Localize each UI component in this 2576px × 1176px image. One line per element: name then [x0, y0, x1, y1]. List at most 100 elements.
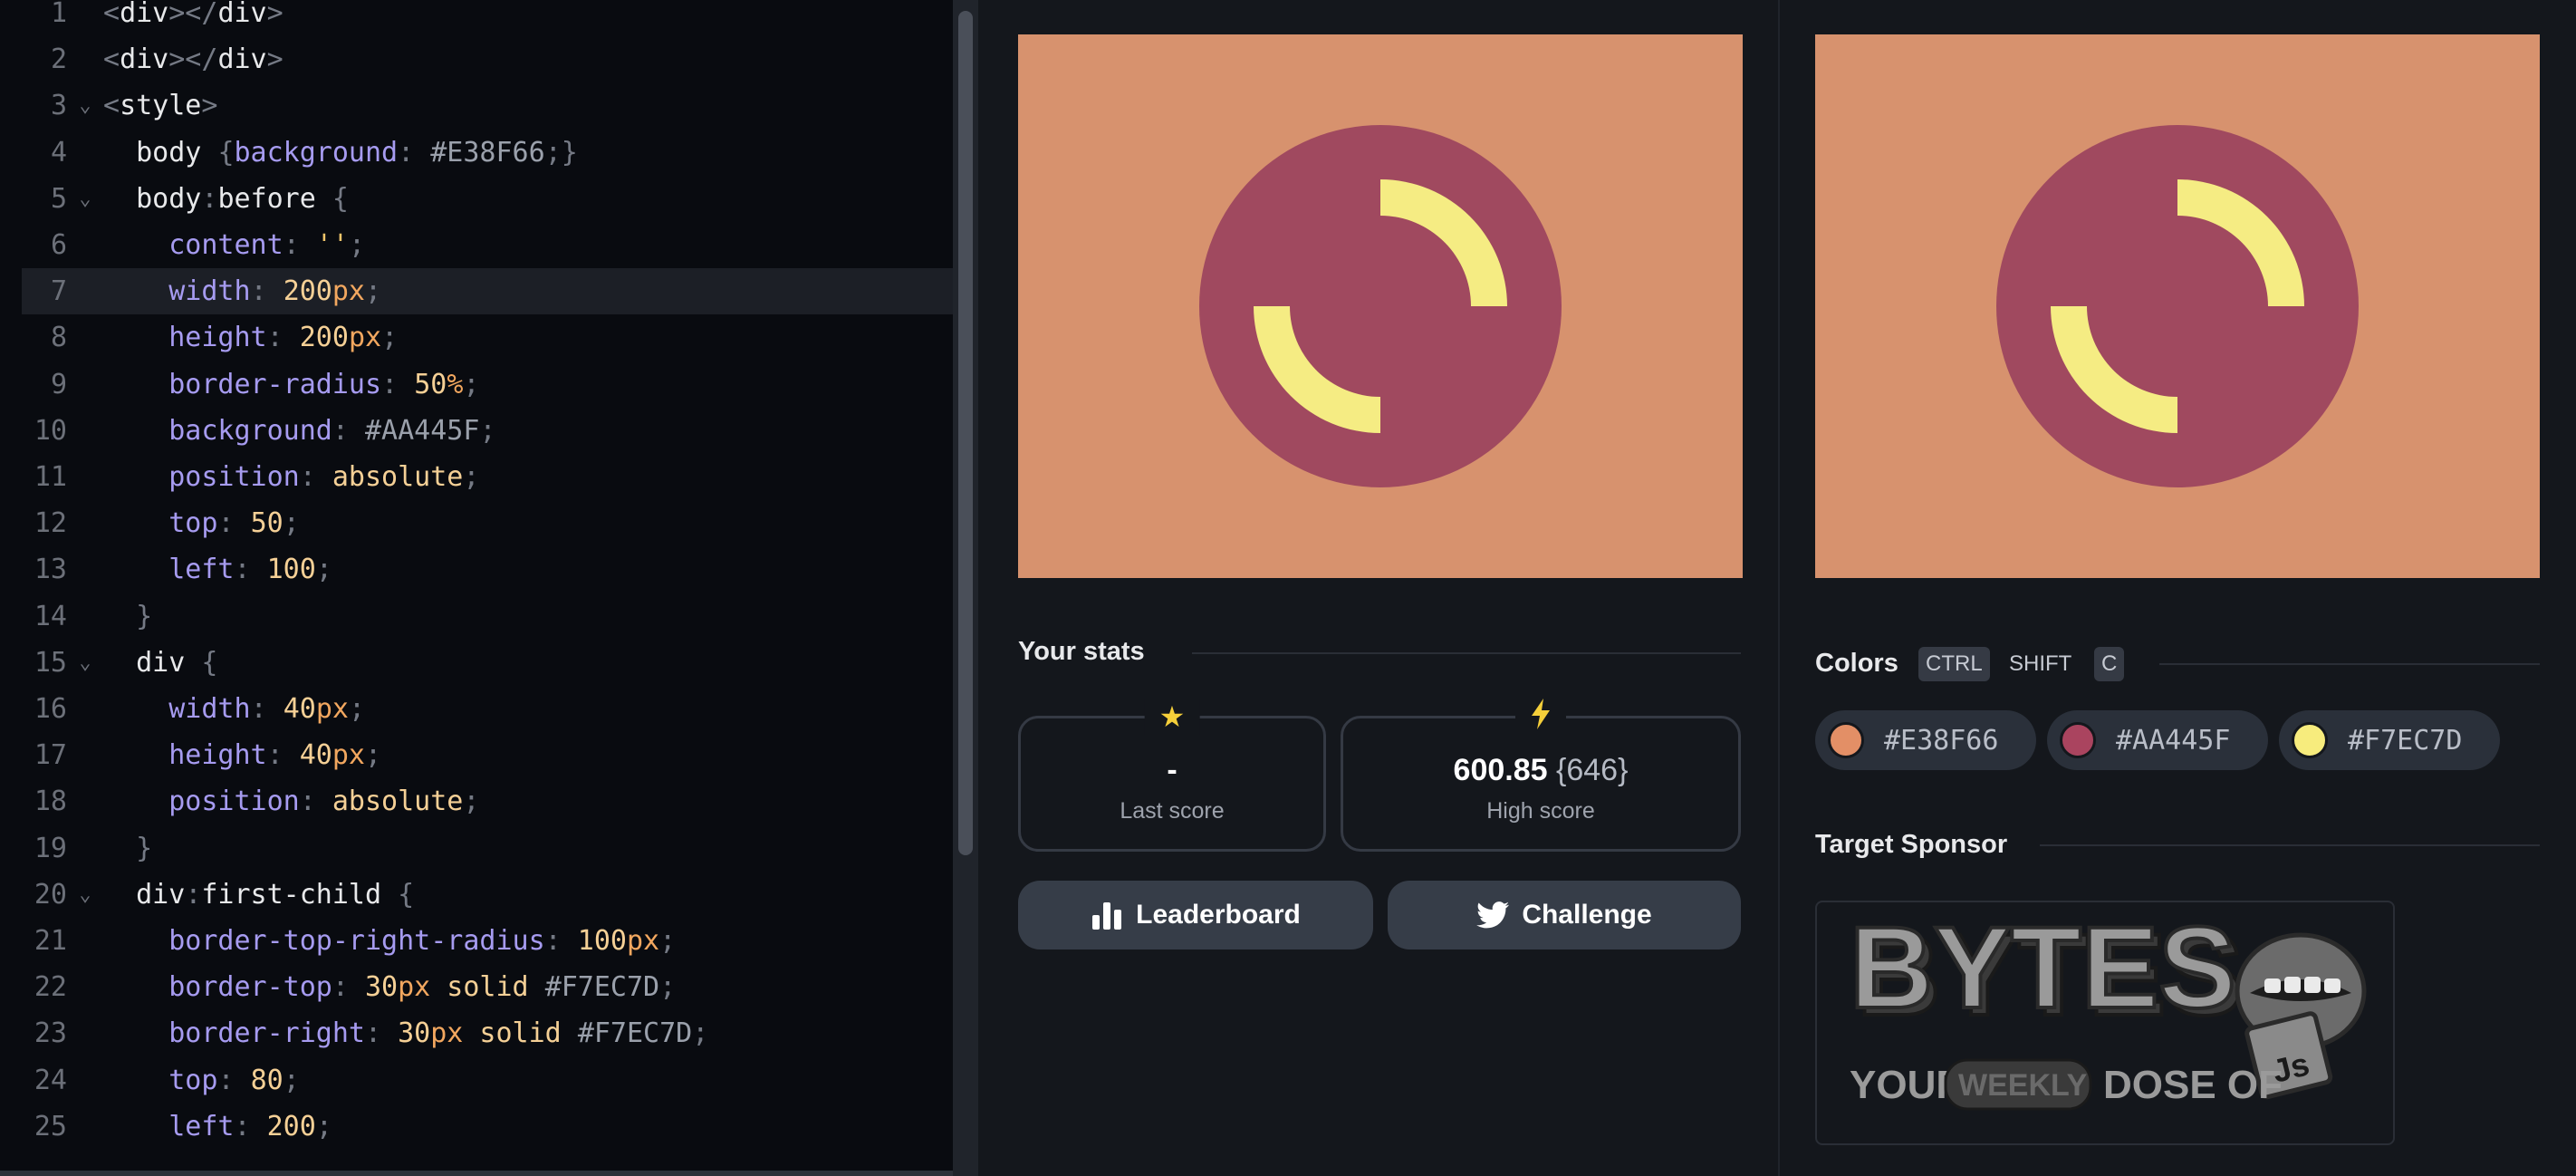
code-token: ; — [479, 414, 496, 447]
code-line[interactable]: 4 body {background: #E38F66;} — [0, 130, 953, 176]
code-token: } — [561, 136, 578, 169]
colors-rule — [2159, 663, 2540, 665]
code-line[interactable]: 8 height: 200px; — [0, 314, 953, 361]
code-token: < — [103, 90, 120, 122]
code-token: body — [136, 136, 218, 169]
last-score-label: Last score — [1120, 798, 1225, 824]
code-token: before — [217, 182, 332, 215]
code-text: background: #AA445F; — [103, 414, 496, 447]
line-number: 14 — [34, 600, 67, 632]
code-line[interactable]: 1 <div></div> — [0, 0, 953, 36]
code-token: 50 — [250, 507, 284, 540]
line-number: 6 — [50, 229, 67, 261]
code-line[interactable]: 5 ⌄ body:before { — [0, 176, 953, 222]
code-token: position — [168, 461, 300, 493]
color-swatch-3[interactable]: #F7EC7D — [2279, 710, 2500, 770]
code-line[interactable]: 11 position: absolute; — [0, 454, 953, 500]
code-token: : — [217, 1064, 251, 1096]
code-line[interactable]: 2 <div></div> — [0, 36, 953, 82]
code-line[interactable]: 6 content: ''; — [0, 222, 953, 268]
code-token: : — [250, 275, 284, 308]
code-token: '' — [315, 229, 349, 261]
code-editor[interactable]: 1 <div></div> 2 <div></div> 3 ⌄ <style> 4 body … — [0, 0, 953, 1176]
code-line[interactable]: 19 } — [0, 825, 953, 872]
code-token: #E38F66 — [430, 136, 545, 169]
code-line[interactable]: 13 left: 100; — [0, 546, 953, 593]
code-token: 30 — [398, 1017, 431, 1050]
code-token: % — [447, 368, 464, 400]
code-token: ; — [381, 322, 399, 354]
code-token: : — [185, 878, 202, 911]
color-swatch-2[interactable]: #AA445F — [2047, 710, 2268, 770]
code-token: width — [168, 693, 251, 725]
code-token: div — [136, 878, 186, 911]
line-number: 2 — [50, 43, 67, 76]
code-token: style — [120, 90, 202, 122]
target-preview — [1815, 34, 2540, 578]
line-number: 1 — [50, 0, 67, 29]
line-number: 20 — [34, 878, 67, 911]
code-line[interactable]: 21 border-top-right-radius: 100px; — [0, 918, 953, 964]
code-line[interactable]: 23 border-right: 30px solid #F7EC7D; — [0, 1010, 953, 1056]
code-line[interactable]: 3 ⌄ <style> — [0, 82, 953, 129]
code-line[interactable]: 12 top: 50; — [0, 500, 953, 546]
code-text: position: absolute; — [103, 786, 479, 817]
code-line[interactable]: 25 left: 200; — [0, 1104, 953, 1150]
sponsor-banner[interactable]: BYTES BYTES Js YOUR WEEKLY DOSE OF — [1815, 901, 2395, 1145]
code-line[interactable]: 17 height: 40px; — [0, 732, 953, 778]
code-token: 80 — [250, 1064, 284, 1096]
high-score-number: 600.85 — [1453, 753, 1548, 787]
line-number: 19 — [34, 832, 67, 864]
fold-chevron-icon[interactable]: ⌄ — [67, 94, 103, 117]
editor-horizontal-scrollbar[interactable] — [0, 1171, 953, 1176]
leaderboard-button[interactable]: Leaderboard — [1018, 881, 1373, 949]
code-token: 100 — [266, 554, 316, 586]
code-text: top: 50; — [103, 507, 300, 539]
code-line[interactable]: 24 top: 80; — [0, 1057, 953, 1104]
code-token: border-top — [168, 971, 332, 1004]
shortcut-key-c: C — [2094, 647, 2125, 681]
code-line[interactable]: 10 background: #AA445F; — [0, 408, 953, 454]
code-token: border-radius — [168, 368, 382, 400]
code-line[interactable]: 18 position: absolute; — [0, 778, 953, 824]
your-output-preview[interactable] — [1018, 34, 1743, 578]
fold-chevron-icon[interactable]: ⌄ — [67, 651, 103, 674]
editor-scrollbar-thumb[interactable] — [958, 11, 973, 855]
code-text: content: ''; — [103, 229, 365, 261]
code-token: : — [332, 971, 365, 1004]
code-token: #F7EC7D — [544, 971, 660, 1004]
code-text: border-top: 30px solid #F7EC7D; — [103, 971, 676, 1003]
line-number: 10 — [34, 414, 67, 447]
code-token: < — [103, 43, 120, 76]
code-line[interactable]: 14 } — [0, 593, 953, 640]
code-token: 40 — [283, 693, 316, 725]
code-line[interactable]: 20 ⌄ div:first-child { — [0, 872, 953, 918]
code-token: ; — [283, 507, 300, 540]
code-text: <style> — [103, 90, 217, 121]
fold-chevron-icon[interactable]: ⌄ — [67, 883, 103, 906]
code-line[interactable]: 7 width: 200px; — [22, 268, 953, 315]
code-text: top: 80; — [103, 1065, 300, 1096]
fold-chevron-icon[interactable]: ⌄ — [67, 188, 103, 210]
line-number: 17 — [34, 739, 67, 772]
code-line[interactable]: 15 ⌄ div { — [0, 640, 953, 686]
line-number: 15 — [34, 646, 67, 679]
code-token: { — [332, 182, 349, 215]
challenge-button[interactable]: Challenge — [1388, 881, 1741, 949]
code-token: solid — [430, 971, 545, 1004]
code-line[interactable]: 16 width: 40px; — [0, 686, 953, 732]
code-line[interactable]: 22 border-top: 30px solid #F7EC7D; — [0, 964, 953, 1010]
code-line[interactable]: 9 border-radius: 50%; — [0, 361, 953, 408]
color-swatch-1[interactable]: #E38F66 — [1815, 710, 2036, 770]
swatch-dot-2 — [2060, 722, 2096, 758]
code-text: } — [103, 833, 152, 864]
